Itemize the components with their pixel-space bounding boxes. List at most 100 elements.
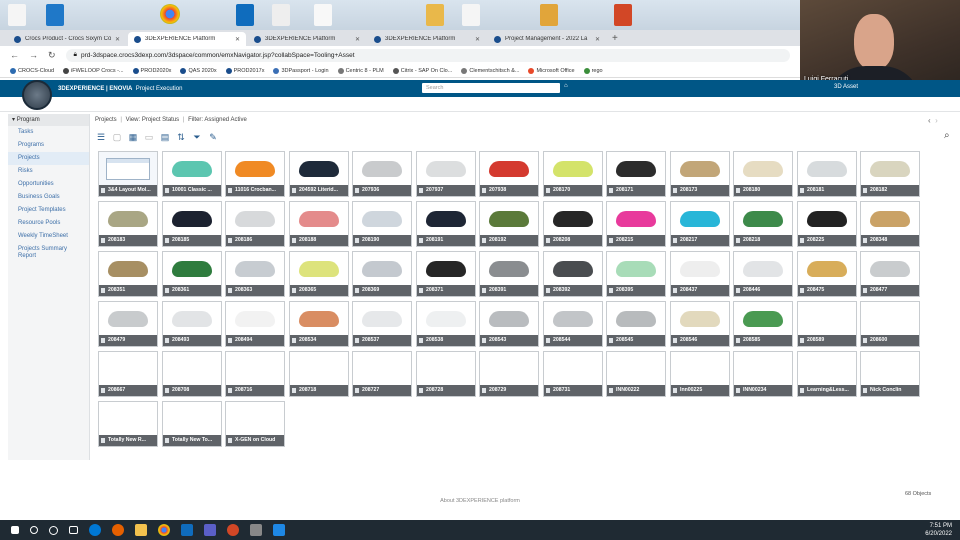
bookmark-item[interactable]: Centric 8 - PLM <box>337 67 384 74</box>
zoom-icon[interactable] <box>273 524 285 536</box>
project-tile[interactable]: 208392 <box>543 251 603 297</box>
project-tile[interactable]: 207937 <box>416 151 476 197</box>
edit-icon[interactable]: ▭ <box>143 132 155 142</box>
chrome-icon[interactable] <box>158 524 170 536</box>
project-tile[interactable]: 208395 <box>606 251 666 297</box>
system-clock[interactable]: 7:51 PM 6/20/2022 <box>925 522 952 538</box>
browser-tab[interactable]: Project Management - 2022 La ✕ <box>488 32 606 46</box>
project-tile[interactable]: 208437 <box>670 251 730 297</box>
project-tile[interactable]: 208546 <box>670 301 730 347</box>
project-tile[interactable]: INN00234 <box>733 351 793 397</box>
project-tile[interactable]: 208729 <box>479 351 539 397</box>
project-tile[interactable]: 208716 <box>225 351 285 397</box>
project-tile[interactable]: 208585 <box>733 301 793 347</box>
project-tile[interactable]: 208182 <box>860 151 920 197</box>
project-tile[interactable]: 208173 <box>670 151 730 197</box>
outlook-desktop-icon[interactable] <box>236 4 254 26</box>
firefox-icon[interactable] <box>112 524 124 536</box>
project-tile[interactable]: 208348 <box>860 201 920 247</box>
project-tile[interactable]: 208363 <box>225 251 285 297</box>
project-tile[interactable]: 208188 <box>289 201 349 247</box>
app-icon[interactable] <box>250 524 262 536</box>
tag-icon[interactable]: ⌂ <box>564 83 568 89</box>
thumbnail-view-icon[interactable]: ▤ <box>159 132 171 142</box>
project-tile[interactable]: Inn00225 <box>670 351 730 397</box>
browser-tab[interactable]: 3DEXPERIENCE Platform ✕ <box>368 32 486 46</box>
desktop-icon[interactable] <box>540 4 558 26</box>
bookmark-item[interactable]: iFWELOOP Crocs -... <box>63 67 124 74</box>
project-tile[interactable]: 208727 <box>352 351 412 397</box>
project-tile[interactable]: 208192 <box>479 201 539 247</box>
edge-icon[interactable] <box>89 524 101 536</box>
nav-item-resource-pools[interactable]: Resource Pools <box>8 217 89 230</box>
breadcrumb-filter[interactable]: Filter: Assigned Active <box>188 117 247 123</box>
bookmark-item[interactable]: Microsoft Office <box>528 67 575 74</box>
project-tile[interactable]: 208208 <box>543 201 603 247</box>
project-tile[interactable]: 3&4 Layout Mol... <box>98 151 158 197</box>
project-tile[interactable]: 208545 <box>606 301 666 347</box>
project-tile[interactable]: 208190 <box>352 201 412 247</box>
project-tile[interactable]: X-GEN on Cloud <box>225 401 285 447</box>
project-tile[interactable]: 208217 <box>670 201 730 247</box>
desktop-icon[interactable] <box>272 4 290 26</box>
file-explorer-icon[interactable] <box>135 524 147 536</box>
project-tile[interactable]: 208218 <box>733 201 793 247</box>
nav-item-project-templates[interactable]: Project Templates <box>8 204 89 217</box>
project-tile[interactable]: Totally New R... <box>98 401 158 447</box>
desktop-icon[interactable] <box>426 4 444 26</box>
search-icon[interactable] <box>30 526 38 534</box>
bookmark-item[interactable]: QAS 2020x <box>180 67 217 74</box>
bookmark-item[interactable]: rego <box>583 67 603 74</box>
project-tile[interactable]: 208589 <box>797 301 857 347</box>
project-tile[interactable]: 208183 <box>98 201 158 247</box>
project-tile[interactable]: 208185 <box>162 201 222 247</box>
nav-item-projects-summary-report[interactable]: Projects Summary Report <box>8 243 89 263</box>
project-tile[interactable]: Nick Conclin <box>860 351 920 397</box>
desktop-icon[interactable] <box>8 4 26 26</box>
project-tile[interactable]: 208171 <box>606 151 666 197</box>
project-tile[interactable]: 208225 <box>797 201 857 247</box>
sort-icon[interactable]: ⇅ <box>175 132 187 142</box>
project-tile[interactable]: 207936 <box>352 151 412 197</box>
nav-item-programs[interactable]: Programs <box>8 139 89 152</box>
tools-icon[interactable]: ✎ <box>207 132 219 142</box>
project-tile[interactable]: 208479 <box>98 301 158 347</box>
project-tile[interactable]: 204592 Literid... <box>289 151 349 197</box>
chrome-desktop-icon[interactable] <box>160 4 180 24</box>
project-tile[interactable]: Learning&Less... <box>797 351 857 397</box>
desktop-icon[interactable] <box>462 4 480 26</box>
start-button[interactable] <box>11 526 19 534</box>
teams-icon[interactable] <box>204 524 216 536</box>
project-tile[interactable]: 208708 <box>162 351 222 397</box>
filter-icon[interactable]: ⏷ <box>191 132 203 142</box>
powerpoint-desktop-icon[interactable] <box>614 4 632 26</box>
project-tile[interactable]: 10001 Classic ... <box>162 151 222 197</box>
project-tile[interactable]: 208170 <box>543 151 603 197</box>
bookmark-item[interactable]: PROD2017x <box>225 67 264 74</box>
bookmark-item[interactable]: PROD2020x <box>132 67 171 74</box>
project-tile[interactable]: 208475 <box>797 251 857 297</box>
project-tile[interactable]: 208544 <box>543 301 603 347</box>
project-tile[interactable]: 208537 <box>352 301 412 347</box>
nav-item-weekly-timesheet[interactable]: Weekly TimeSheet <box>8 230 89 243</box>
project-tile[interactable]: 208667 <box>98 351 158 397</box>
search-icon[interactable]: ⌕ <box>944 130 950 141</box>
project-tile[interactable]: 208365 <box>289 251 349 297</box>
project-tile[interactable]: 208477 <box>860 251 920 297</box>
chevron-right-icon[interactable]: › <box>935 116 938 125</box>
breadcrumb-view[interactable]: View: Project Status <box>126 117 180 123</box>
nav-item-opportunities[interactable]: Opportunities <box>8 178 89 191</box>
project-tile[interactable]: 208351 <box>98 251 158 297</box>
project-tile[interactable]: 208534 <box>289 301 349 347</box>
project-tile[interactable]: 208181 <box>797 151 857 197</box>
bookmark-item[interactable]: 3DPassport - Login <box>273 67 329 74</box>
project-tile[interactable]: 208600 <box>860 301 920 347</box>
compass-icon[interactable] <box>22 80 52 110</box>
project-tile[interactable]: 208446 <box>733 251 793 297</box>
project-tile[interactable]: 208728 <box>416 351 476 397</box>
nav-header[interactable]: ▾ Program <box>8 114 89 126</box>
role-selector[interactable]: 3D Asset <box>834 84 858 90</box>
table-view-icon[interactable]: ▦ <box>127 132 139 142</box>
close-icon[interactable]: ✕ <box>235 36 240 43</box>
project-tile[interactable]: 208731 <box>543 351 603 397</box>
